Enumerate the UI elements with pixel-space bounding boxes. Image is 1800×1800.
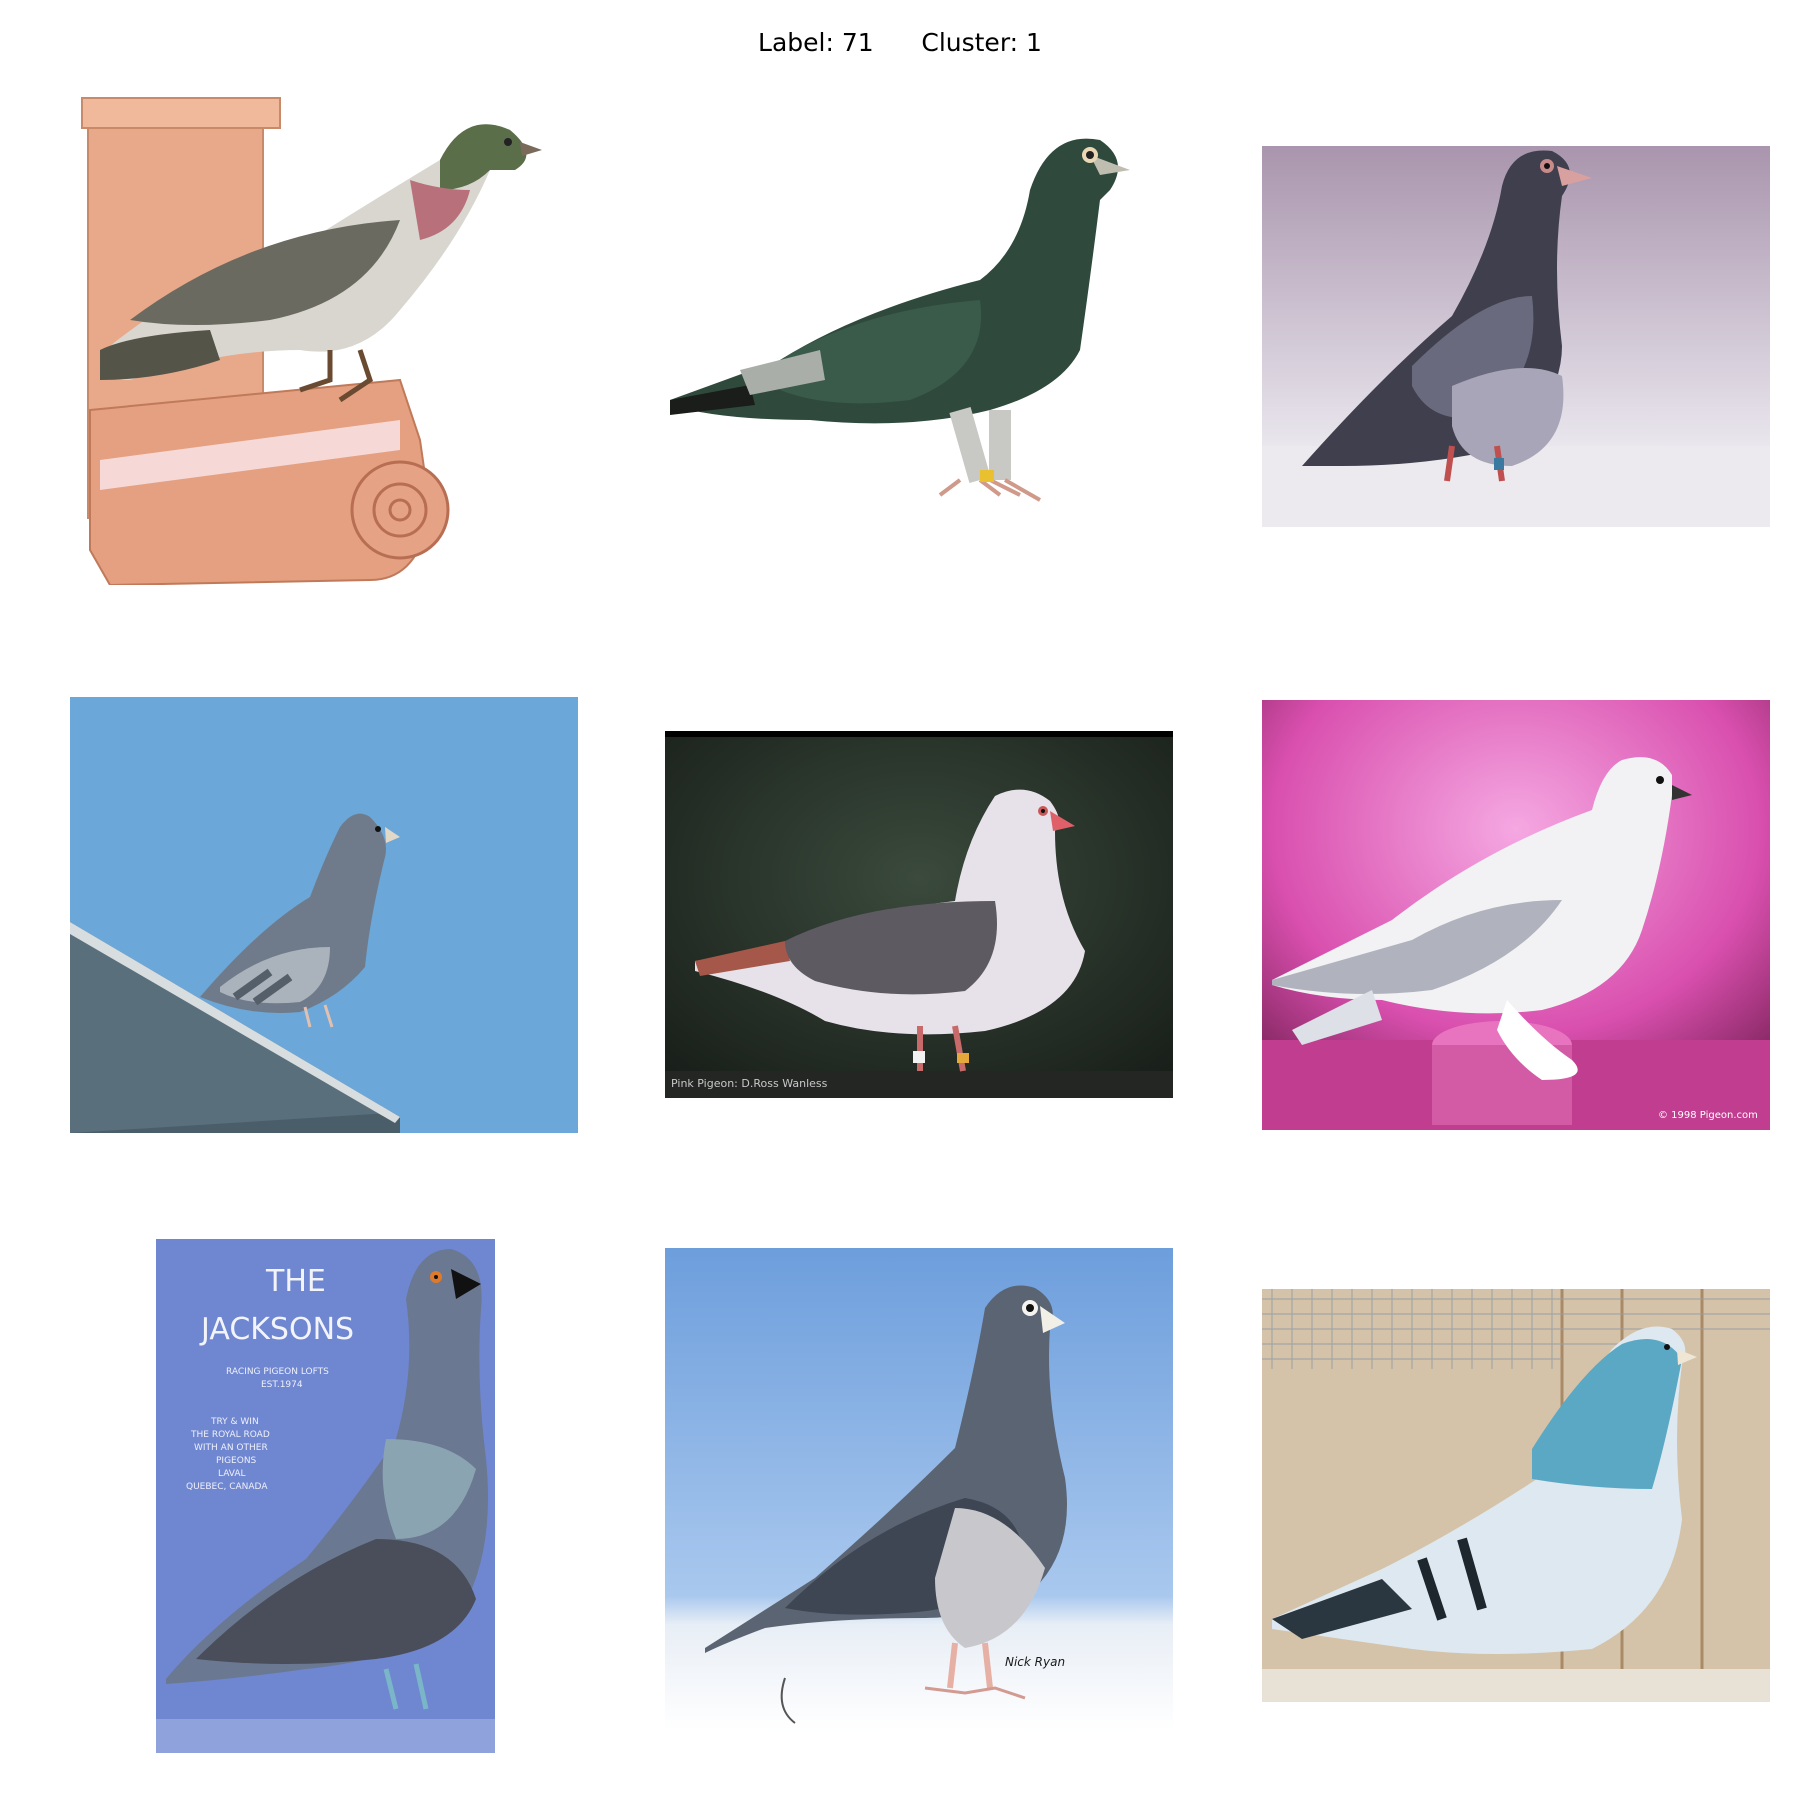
pigeon-loft-image [1262, 1289, 1770, 1702]
book-line-7: LAVAL [218, 1469, 246, 1479]
figure-title: Label: 71 Cluster: 1 [0, 28, 1800, 57]
pigeon-book-cover-image: THE JACKSONS RACING PIGEON LOFTS EST.197… [156, 1239, 495, 1753]
image-panel-1 [70, 80, 550, 585]
book-title-line-2: JACKSONS [199, 1312, 354, 1347]
pigeon-illustration-image [70, 80, 550, 585]
image-panel-3 [1262, 146, 1770, 527]
pigeon-white-image: © 1998 Pigeon.com [1262, 700, 1770, 1130]
pigeon-rooftop-image [70, 697, 578, 1133]
image-panel-8: Nick Ryan [665, 1248, 1173, 1731]
book-line-3: TRY & WIN [210, 1417, 259, 1427]
image-panel-9 [1262, 1289, 1770, 1702]
pigeon-checkered-image: Nick Ryan [665, 1248, 1173, 1731]
cluster-text: Cluster: 1 [921, 28, 1042, 57]
label-text: Label: 71 [758, 28, 874, 57]
pigeon-lavender-image [1262, 146, 1770, 527]
pigeon-pink-image: Pink Pigeon: D.Ross Wanless [665, 731, 1173, 1098]
book-line-6: PIGEONS [216, 1456, 257, 1466]
book-line-8: QUEBEC, CANADA [186, 1482, 268, 1492]
book-line-4: THE ROYAL ROAD [190, 1430, 270, 1440]
image-caption-6: © 1998 Pigeon.com [1658, 1110, 1758, 1121]
image-panel-7: THE JACKSONS RACING PIGEON LOFTS EST.197… [156, 1239, 495, 1753]
book-line-5: WITH AN OTHER [194, 1443, 268, 1453]
image-panel-2 [660, 130, 1140, 550]
image-panel-4 [70, 697, 578, 1133]
image-panel-5: Pink Pigeon: D.Ross Wanless [665, 731, 1173, 1098]
image-caption-5: Pink Pigeon: D.Ross Wanless [671, 1077, 828, 1090]
image-panel-6: © 1998 Pigeon.com [1262, 700, 1770, 1130]
book-line-1: RACING PIGEON LOFTS [226, 1367, 329, 1377]
book-line-2: EST.1974 [261, 1380, 303, 1390]
image-caption-8: Nick Ryan [1005, 1655, 1065, 1669]
pigeon-green-image [660, 130, 1140, 550]
book-title-line-1: THE [265, 1264, 326, 1299]
